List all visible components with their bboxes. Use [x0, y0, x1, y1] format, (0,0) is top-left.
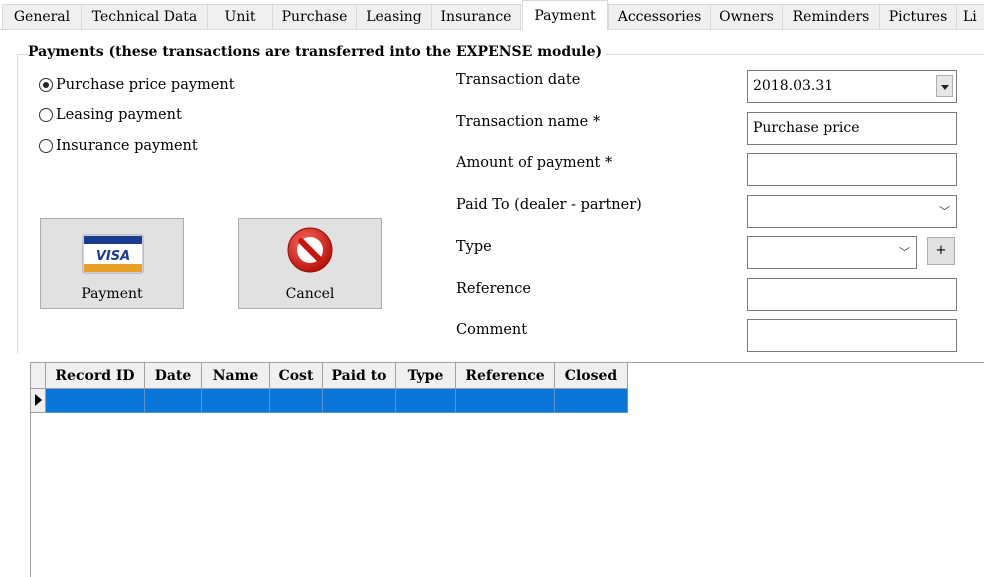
radio-unchecked-icon [39, 108, 53, 122]
chevron-down-icon: ﹀ [939, 205, 950, 218]
cancel-button-label: Cancel [285, 286, 335, 302]
column-header-record-id[interactable]: Record ID [46, 363, 145, 389]
transaction-date-picker[interactable]: 2018.03.31 [747, 70, 957, 103]
radio-leasing-payment[interactable]: Leasing payment [39, 105, 182, 125]
radio-unchecked-icon [39, 139, 53, 153]
payment-button-label: Payment [81, 286, 143, 302]
tab-li[interactable]: Li [956, 4, 984, 29]
cell-paid-to[interactable] [323, 389, 396, 413]
transaction-date-value: 2018.03.31 [753, 78, 834, 94]
grid-corner-cell [31, 363, 46, 389]
tab-reminders[interactable]: Reminders [782, 4, 880, 29]
cell-closed[interactable] [555, 389, 628, 413]
table-row[interactable] [31, 389, 628, 413]
cell-type[interactable] [396, 389, 456, 413]
reference-label: Reference [456, 281, 531, 297]
tab-unit[interactable]: Unit [207, 4, 273, 29]
comment-label: Comment [456, 322, 528, 338]
chevron-down-icon: ﹀ [899, 246, 910, 259]
tab-strip: General Technical Data Unit Purchase Lea… [0, 0, 984, 30]
add-type-button[interactable]: + [927, 237, 955, 265]
tab-pictures[interactable]: Pictures [879, 4, 957, 29]
column-header-name[interactable]: Name [202, 363, 270, 389]
no-entry-icon [287, 227, 333, 273]
cell-date[interactable] [145, 389, 202, 413]
type-select[interactable]: ﹀ [747, 236, 917, 269]
svg-text:VISA: VISA [96, 249, 130, 264]
amount-input[interactable] [747, 153, 957, 186]
type-label: Type [456, 239, 492, 255]
grid-header-row: Record ID Date Name Cost Paid to Type Re… [31, 363, 628, 389]
transactions-grid[interactable]: Record ID Date Name Cost Paid to Type Re… [30, 362, 984, 577]
radio-purchase-price-payment[interactable]: Purchase price payment [39, 75, 235, 95]
tab-purchase[interactable]: Purchase [272, 4, 357, 29]
tab-owners[interactable]: Owners [710, 4, 783, 29]
row-selector[interactable] [31, 389, 46, 413]
paid-to-select[interactable]: ﹀ [747, 195, 957, 228]
paid-to-label: Paid To (dealer - partner) [456, 197, 642, 213]
cancel-button[interactable]: Cancel [238, 218, 382, 309]
current-row-arrow-icon [35, 394, 42, 406]
column-header-closed[interactable]: Closed [555, 363, 628, 389]
cell-reference[interactable] [456, 389, 555, 413]
tab-accessories[interactable]: Accessories [608, 4, 711, 29]
transaction-date-label: Transaction date [456, 72, 581, 88]
transaction-name-input[interactable]: Purchase price [747, 112, 957, 145]
cell-name[interactable] [202, 389, 270, 413]
visa-card-icon: VISA [82, 234, 144, 274]
transaction-name-label: Transaction name * [456, 114, 601, 130]
radio-label: Purchase price payment [56, 77, 235, 93]
comment-input[interactable] [747, 319, 957, 352]
dropdown-arrow-icon[interactable] [936, 75, 953, 97]
amount-label: Amount of payment * [456, 155, 613, 171]
payment-button[interactable]: VISA Payment [40, 218, 184, 309]
column-header-date[interactable]: Date [145, 363, 202, 389]
radio-label: Leasing payment [56, 107, 182, 123]
radio-label: Insurance payment [56, 138, 198, 154]
tab-payment[interactable]: Payment [522, 0, 608, 30]
tab-general[interactable]: General [2, 4, 82, 29]
cell-cost[interactable] [270, 389, 323, 413]
column-header-reference[interactable]: Reference [456, 363, 555, 389]
tab-leasing[interactable]: Leasing [356, 4, 432, 29]
reference-input[interactable] [747, 278, 957, 311]
radio-insurance-payment[interactable]: Insurance payment [39, 136, 198, 156]
transaction-name-value: Purchase price [753, 120, 860, 136]
column-header-type[interactable]: Type [396, 363, 456, 389]
tab-insurance[interactable]: Insurance [431, 4, 521, 29]
column-header-paid-to[interactable]: Paid to [323, 363, 396, 389]
column-header-cost[interactable]: Cost [270, 363, 323, 389]
cell-record-id[interactable] [46, 389, 145, 413]
tab-technical-data[interactable]: Technical Data [81, 4, 208, 29]
tab-strip-divider [0, 29, 984, 30]
payments-group-title: Payments (these transactions are transfe… [28, 44, 607, 60]
radio-checked-icon [39, 78, 53, 92]
